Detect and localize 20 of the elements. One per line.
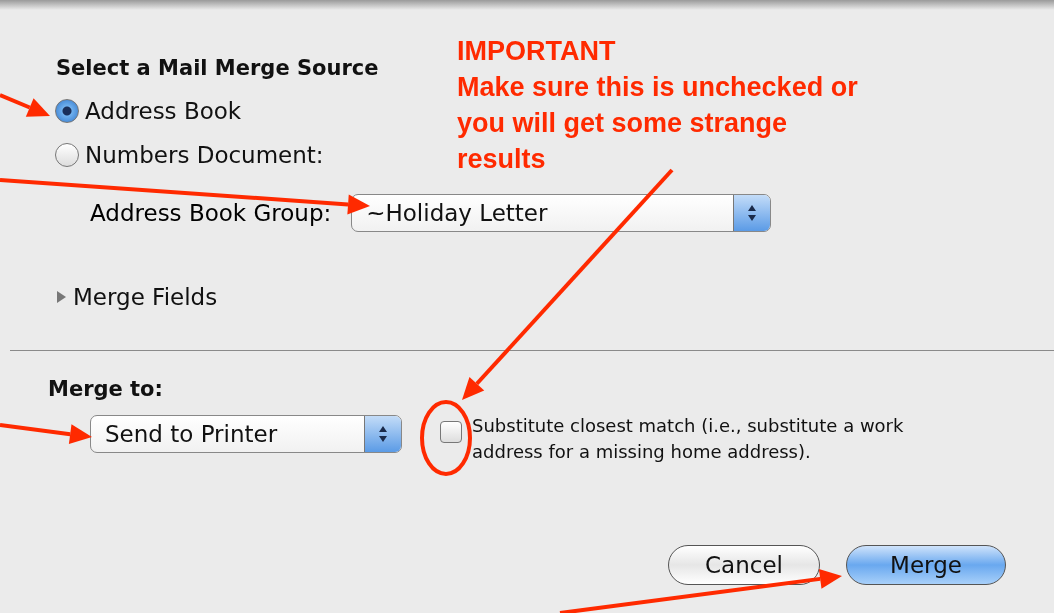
stepper-icon [364, 416, 401, 452]
triangle-icon [55, 290, 67, 304]
radio-button[interactable] [55, 143, 79, 167]
group-popup[interactable]: ~Holiday Letter [351, 194, 772, 232]
push-button[interactable]: Cancel [668, 545, 820, 585]
disclosure-toggle[interactable]: Merge Fields [55, 284, 1054, 310]
radio-label: Numbers Document: [85, 142, 324, 168]
annotation-arrow [0, 93, 50, 117]
field-label: Address Book Group: [90, 200, 332, 226]
default-button[interactable]: Merge [846, 545, 1006, 585]
checkbox-label: Substitute closest match (i.e., substitute a work address for a missing home address). [472, 414, 905, 464]
radio-label: Address Book [85, 98, 242, 124]
annotation-title: IMPORTANT [457, 35, 617, 68]
section-heading: Merge to: [48, 377, 163, 401]
checkbox[interactable] [440, 421, 462, 443]
section-heading: Select a Mail Merge Source [56, 56, 379, 80]
radio-button[interactable] [55, 99, 79, 123]
annotation-text: Make sure this is unchecked or you will get some strange results [457, 71, 859, 176]
stepper-icon [733, 195, 771, 231]
destination-popup[interactable]: Send to Printer [90, 415, 402, 453]
